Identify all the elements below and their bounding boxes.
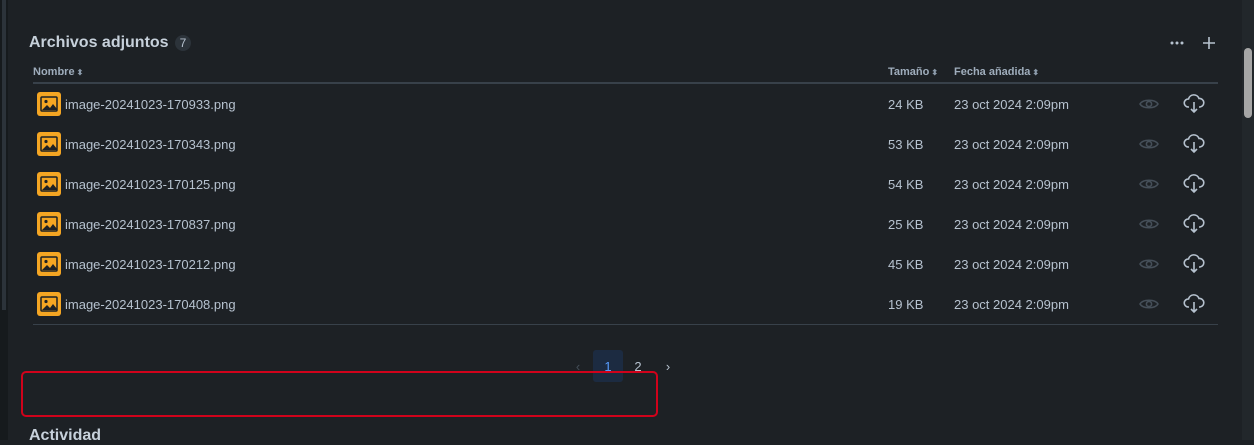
table-row[interactable]: image-20241023-170837.png 25 KB 23 oct 202… bbox=[33, 204, 1218, 244]
table-row[interactable]: image-20241023-170408.png 19 KB 23 oct 202… bbox=[33, 284, 1218, 324]
file-date: 23 oct 2024 2:09pm bbox=[954, 96, 1069, 112]
file-date: 23 oct 2024 2:09pm bbox=[954, 296, 1069, 312]
file-date: 23 oct 2024 2:09pm bbox=[954, 176, 1069, 192]
file-date: 23 oct 2024 2:09pm bbox=[954, 256, 1069, 272]
file-size: 24 KB bbox=[888, 96, 924, 112]
column-name-label: Nombre bbox=[33, 66, 75, 78]
table-row[interactable]: image-20241023-170933.png 24 KB 23 oct 202… bbox=[33, 84, 1218, 124]
attachments-count-badge: 7 bbox=[174, 35, 192, 51]
cloud-download-icon[interactable] bbox=[1182, 292, 1206, 316]
file-name[interactable]: image-20241023-170837.png bbox=[65, 217, 236, 232]
image-file-icon bbox=[37, 292, 61, 316]
file-size: 53 KB bbox=[888, 136, 924, 152]
column-date-label: Fecha añadida bbox=[954, 66, 1031, 78]
image-file-icon bbox=[37, 132, 61, 156]
sort-icon: ⬍ bbox=[1032, 67, 1040, 77]
file-size: 19 KB bbox=[888, 296, 924, 312]
table-body: image-20241023-170933.png 24 KB 23 oct 202… bbox=[33, 84, 1218, 325]
file-size: 25 KB bbox=[888, 216, 924, 232]
column-size-label: Tamaño bbox=[888, 66, 930, 78]
table-row[interactable]: image-20241023-170343.png 53 KB 23 oct 202… bbox=[33, 124, 1218, 164]
cloud-download-icon[interactable] bbox=[1182, 132, 1206, 156]
more-icon[interactable] bbox=[1168, 34, 1186, 52]
file-size: 54 KB bbox=[888, 176, 924, 192]
cloud-download-icon[interactable] bbox=[1182, 172, 1206, 196]
file-name[interactable]: image-20241023-170933.png bbox=[65, 97, 236, 112]
table-header: Nombre ⬍ Tamaño ⬍ Fecha añadida ⬍ bbox=[33, 62, 1218, 84]
file-name[interactable]: image-20241023-170212.png bbox=[65, 257, 236, 272]
file-date: 23 oct 2024 2:09pm bbox=[954, 136, 1069, 152]
file-date: 23 oct 2024 2:09pm bbox=[954, 216, 1069, 232]
sort-icon: ⬍ bbox=[931, 67, 939, 77]
eye-icon[interactable] bbox=[1137, 292, 1161, 316]
attachments-actions bbox=[1168, 34, 1218, 52]
file-name[interactable]: image-20241023-170125.png bbox=[65, 177, 236, 192]
image-file-icon bbox=[37, 212, 61, 236]
attachments-table: Nombre ⬍ Tamaño ⬍ Fecha añadida ⬍ image-202… bbox=[33, 62, 1218, 325]
column-header-date[interactable]: Fecha añadida ⬍ bbox=[954, 66, 1134, 78]
table-row[interactable]: image-20241023-170125.png 54 KB 23 oct 202… bbox=[33, 164, 1218, 204]
table-row[interactable]: image-20241023-170212.png 45 KB 23 oct 202… bbox=[33, 244, 1218, 284]
attachments-title: Archivos adjuntos bbox=[29, 34, 169, 51]
image-file-icon bbox=[37, 92, 61, 116]
attachments-header: Archivos adjuntos 7 bbox=[29, 32, 1218, 54]
left-panel-bar bbox=[2, 0, 6, 310]
left-panel-edge bbox=[0, 0, 8, 440]
column-header-size[interactable]: Tamaño ⬍ bbox=[888, 66, 954, 78]
eye-icon[interactable] bbox=[1137, 92, 1161, 116]
cloud-download-icon[interactable] bbox=[1182, 212, 1206, 236]
image-file-icon bbox=[37, 252, 61, 276]
file-name[interactable]: image-20241023-170343.png bbox=[65, 137, 236, 152]
column-header-name[interactable]: Nombre ⬍ bbox=[33, 66, 888, 78]
highlight-annotation-box bbox=[21, 371, 658, 417]
eye-icon[interactable] bbox=[1137, 252, 1161, 276]
image-file-icon bbox=[37, 172, 61, 196]
plus-icon[interactable] bbox=[1200, 34, 1218, 52]
file-size: 45 KB bbox=[888, 256, 924, 272]
eye-icon[interactable] bbox=[1137, 212, 1161, 236]
eye-icon[interactable] bbox=[1137, 172, 1161, 196]
scrollbar[interactable] bbox=[1242, 0, 1254, 440]
scrollbar-thumb[interactable] bbox=[1244, 48, 1252, 118]
cloud-download-icon[interactable] bbox=[1182, 252, 1206, 276]
cloud-download-icon[interactable] bbox=[1182, 92, 1206, 116]
sort-icon: ⬍ bbox=[76, 67, 84, 77]
file-name[interactable]: image-20241023-170408.png bbox=[65, 297, 236, 312]
eye-icon[interactable] bbox=[1137, 132, 1161, 156]
activity-title: Actividad bbox=[29, 427, 102, 444]
